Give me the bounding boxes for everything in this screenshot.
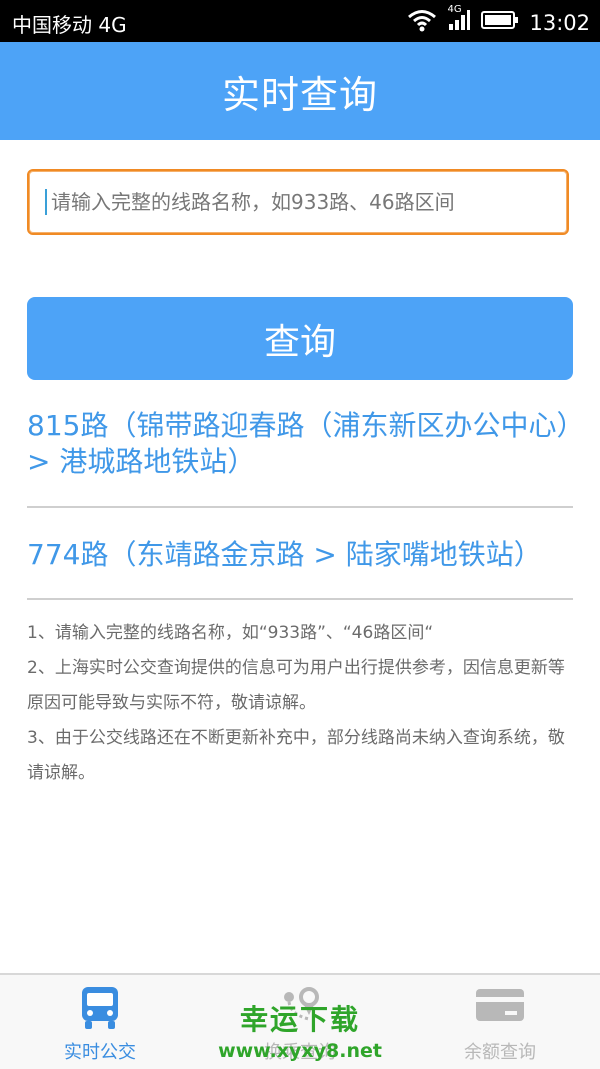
network-type-badge: 4G	[447, 4, 462, 15]
card-icon	[475, 985, 525, 1029]
tab-transfer-query[interactable]: 换乘查询	[200, 975, 400, 1069]
query-button[interactable]: 查询	[27, 297, 573, 380]
route-link-text: 774路（东靖路金京路 > 陆家嘴地铁站）	[27, 538, 542, 571]
route-history-item[interactable]: 815路（锦带路迎春路（浦东新区办公中心）> 港城路地铁站）	[27, 408, 573, 480]
divider	[27, 506, 573, 508]
tab-label: 实时公交	[64, 1042, 136, 1063]
signal-icon: 4G	[447, 4, 471, 37]
tab-realtime-bus[interactable]: 实时公交	[0, 975, 200, 1069]
divider	[27, 598, 573, 600]
tab-label: 换乘查询	[264, 1042, 336, 1063]
note-item: 2、上海实时公交查询提供的信息可为用户出行提供参考，因信息更新等原因可能导致与实…	[27, 658, 565, 713]
battery-icon	[481, 10, 519, 35]
help-notes: 1、请输入完整的线路名称，如“933路”、“46路区间“ 2、上海实时公交查询提…	[27, 616, 573, 791]
page-title: 实时查询	[221, 72, 378, 117]
map-pin-icon	[277, 985, 323, 1035]
route-link-text: 815路（锦带路迎春路（浦东新区办公中心）> 港城路地铁站）	[27, 409, 571, 478]
search-input[interactable]	[49, 181, 567, 223]
note-item: 3、由于公交线路还在不断更新补充中，部分线路尚未纳入查询系统，敬请谅解。	[27, 728, 565, 783]
query-button-label: 查询	[263, 321, 336, 363]
wifi-icon	[407, 8, 437, 37]
bus-icon	[79, 985, 121, 1035]
text-caret	[45, 189, 47, 215]
note-item: 1、请输入完整的线路名称，如“933路”、“46路区间“	[27, 623, 434, 643]
tab-label: 余额查询	[464, 1042, 536, 1063]
search-field[interactable]	[27, 169, 569, 235]
clock: 13:02	[529, 10, 590, 35]
status-bar: 中国移动 4G 4G 13:02	[0, 0, 600, 42]
status-icons: 4G 13:02	[407, 4, 590, 37]
app-header: 实时查询	[0, 42, 600, 140]
carrier-label: 中国移动 4G	[12, 13, 127, 37]
route-history-item[interactable]: 774路（东靖路金京路 > 陆家嘴地铁站）	[27, 537, 573, 573]
tab-balance-query[interactable]: 余额查询	[400, 975, 600, 1069]
bottom-tab-bar: 实时公交 换乘查询 余额查询	[0, 973, 600, 1069]
